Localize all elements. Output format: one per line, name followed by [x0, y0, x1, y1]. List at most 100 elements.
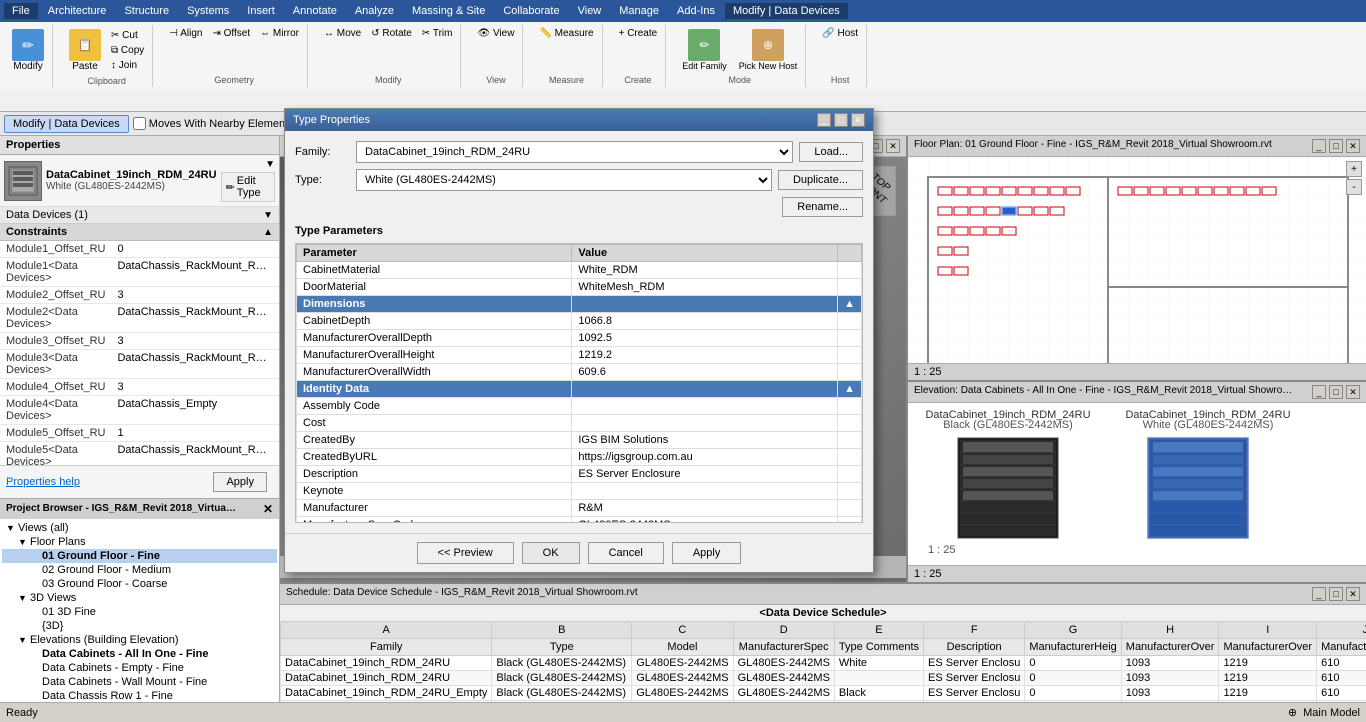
param-value[interactable]	[572, 483, 838, 500]
dialog-ok-button[interactable]: OK	[522, 542, 580, 564]
browser-tree-item[interactable]: ▼Floor Plans	[2, 535, 277, 549]
data-devices-dropdown[interactable]: ▼	[263, 210, 273, 221]
elevation-minimize[interactable]: _	[1312, 385, 1326, 399]
browser-tree-item[interactable]: Data Cabinets - Empty - Fine	[2, 661, 277, 675]
browser-tree-item[interactable]: ▼Views (all)	[2, 521, 277, 535]
edit-family-button[interactable]: ✏ Edit Family	[678, 27, 731, 73]
dialog-apply-button[interactable]: Apply	[672, 542, 742, 564]
dialog-family-select[interactable]: DataCabinet_19inch_RDM_24RU	[356, 141, 793, 163]
params-section-value	[572, 381, 838, 398]
floor-plan-close[interactable]: ✕	[1346, 139, 1360, 153]
menu-massing[interactable]: Massing & Site	[404, 3, 493, 19]
dialog-preview-button[interactable]: << Preview	[417, 542, 514, 564]
mirror-button[interactable]: ⇔ Mirror	[256, 27, 303, 40]
param-value[interactable]: 1219.2	[572, 347, 838, 364]
dialog-minimize[interactable]: _	[817, 113, 831, 127]
param-value[interactable]: 1066.8	[572, 313, 838, 330]
cut-button[interactable]: ✂ Cut	[107, 29, 148, 42]
browser-tree-item[interactable]: 03 Ground Floor - Coarse	[2, 577, 277, 591]
param-value[interactable]: GL480ES-2442MS	[572, 517, 838, 524]
create-button[interactable]: + Create	[615, 27, 662, 40]
browser-tree-item[interactable]: Data Cabinets - All In One - Fine	[2, 647, 277, 661]
modify-data-devices-btn[interactable]: Modify | Data Devices	[4, 115, 129, 133]
browser-tree-item[interactable]: 01 Ground Floor - Fine	[2, 549, 277, 563]
param-name: Manufacturer	[297, 500, 572, 517]
browser-tree-item[interactable]: Data Cabinets - Wall Mount - Fine	[2, 675, 277, 689]
align-button[interactable]: ⊣ Align	[165, 27, 206, 40]
view-3d-close[interactable]: ✕	[886, 139, 900, 153]
trim-button[interactable]: ✂ Trim	[418, 27, 457, 40]
view-button[interactable]: 👁 View	[473, 27, 518, 40]
param-value[interactable]: White_RDM	[572, 262, 838, 279]
measure-button[interactable]: 📏 Measure	[535, 27, 597, 40]
pick-new-host-button[interactable]: ⊕ Pick New Host	[735, 27, 802, 73]
paste-button[interactable]: 📋 Paste	[65, 27, 105, 74]
menu-insert[interactable]: Insert	[239, 3, 283, 19]
params-section-toggle[interactable]: ▲	[838, 296, 862, 313]
param-value[interactable]: https://igsgroup.com.au	[572, 449, 838, 466]
elevation-content[interactable]: DataCabinet_19inch_RDM_24RU Black (GL480…	[908, 403, 1366, 565]
browser-tree-item[interactable]: ▼Elevations (Building Elevation)	[2, 633, 277, 647]
move-button[interactable]: ↔ Move	[320, 27, 365, 40]
properties-help-link[interactable]: Properties help	[6, 476, 80, 488]
moves-with-nearby-checkbox[interactable]	[133, 117, 146, 130]
floor-plan-restore[interactable]: □	[1329, 139, 1343, 153]
offset-button[interactable]: ⇥ Offset	[208, 27, 254, 40]
floor-plan-zoom-in[interactable]: +	[1346, 161, 1362, 177]
menu-annotate[interactable]: Annotate	[285, 3, 345, 19]
rotate-button[interactable]: ↺ Rotate	[367, 27, 416, 40]
menu-file[interactable]: File	[4, 3, 38, 19]
host-button[interactable]: 🔗 Host	[818, 27, 862, 40]
schedule-minimize[interactable]: _	[1312, 587, 1326, 601]
menu-collaborate[interactable]: Collaborate	[495, 3, 567, 19]
schedule-col-letter: I	[1219, 622, 1317, 639]
floor-plan-zoom-out[interactable]: -	[1346, 179, 1362, 195]
modify-button[interactable]: ✏ Modify	[8, 27, 48, 74]
dialog-restore[interactable]: □	[834, 113, 848, 127]
param-value[interactable]	[572, 415, 838, 432]
constraints-section-header[interactable]: Constraints ▲	[0, 224, 279, 241]
floor-plan-content[interactable]: 1 : 25 + -	[908, 157, 1366, 363]
elevation-restore[interactable]: □	[1329, 385, 1343, 399]
dialog-duplicate-button[interactable]: Duplicate...	[778, 170, 863, 190]
menu-analyze[interactable]: Analyze	[347, 3, 402, 19]
dialog-load-button[interactable]: Load...	[799, 142, 863, 162]
floor-plan-minimize[interactable]: _	[1312, 139, 1326, 153]
schedule-close[interactable]: ✕	[1346, 587, 1360, 601]
browser-tree-item[interactable]: {3D}	[2, 619, 277, 633]
properties-apply-button[interactable]: Apply	[213, 472, 267, 492]
param-value[interactable]: IGS BIM Solutions	[572, 432, 838, 449]
dialog-cancel-button[interactable]: Cancel	[588, 542, 664, 564]
param-value[interactable]: 1092.5	[572, 330, 838, 347]
dialog-rename-button[interactable]: Rename...	[782, 197, 863, 217]
param-value[interactable]: R&M	[572, 500, 838, 517]
browser-tree-item[interactable]: 02 Ground Floor - Medium	[2, 563, 277, 577]
menu-structure[interactable]: Structure	[116, 3, 177, 19]
params-section-toggle[interactable]: ▲	[838, 381, 862, 398]
elevation-close[interactable]: ✕	[1346, 385, 1360, 399]
schedule-title-bar: Schedule: Data Device Schedule - IGS_R&M…	[286, 587, 638, 601]
browser-tree-item[interactable]: 01 3D Fine	[2, 605, 277, 619]
param-value[interactable]: ES Server Enclosure	[572, 466, 838, 483]
params-table-container[interactable]: Parameter Value CabinetMaterialWhite_RDM…	[295, 243, 863, 523]
param-value[interactable]: WhiteMesh_RDM	[572, 279, 838, 296]
menu-add-ins[interactable]: Add-Ins	[669, 3, 723, 19]
menu-view[interactable]: View	[570, 3, 610, 19]
param-value[interactable]	[572, 398, 838, 415]
join-button[interactable]: ↕ Join	[107, 59, 148, 72]
menu-modify-data-devices[interactable]: Modify | Data Devices	[725, 3, 848, 19]
dialog-close-button[interactable]: ✕	[851, 113, 865, 127]
selector-dropdown[interactable]: ▼	[265, 159, 275, 170]
menu-architecture[interactable]: Architecture	[40, 3, 115, 19]
browser-tree-item[interactable]: ▼3D Views	[2, 591, 277, 605]
copy-button[interactable]: ⧉ Copy	[107, 44, 148, 57]
param-value[interactable]: 609.6	[572, 364, 838, 381]
browser-close-button[interactable]: ✕	[263, 502, 273, 516]
dialog-type-select[interactable]: White (GL480ES-2442MS)	[356, 169, 772, 191]
type-properties-dialog[interactable]: Type Properties _ □ ✕ Family: DataCabine…	[284, 108, 874, 573]
edit-type-button[interactable]: ✏ Edit Type	[221, 172, 275, 202]
browser-tree-item[interactable]: Data Chassis Row 1 - Fine	[2, 689, 277, 703]
schedule-restore[interactable]: □	[1329, 587, 1343, 601]
menu-systems[interactable]: Systems	[179, 3, 237, 19]
menu-manage[interactable]: Manage	[611, 3, 667, 19]
